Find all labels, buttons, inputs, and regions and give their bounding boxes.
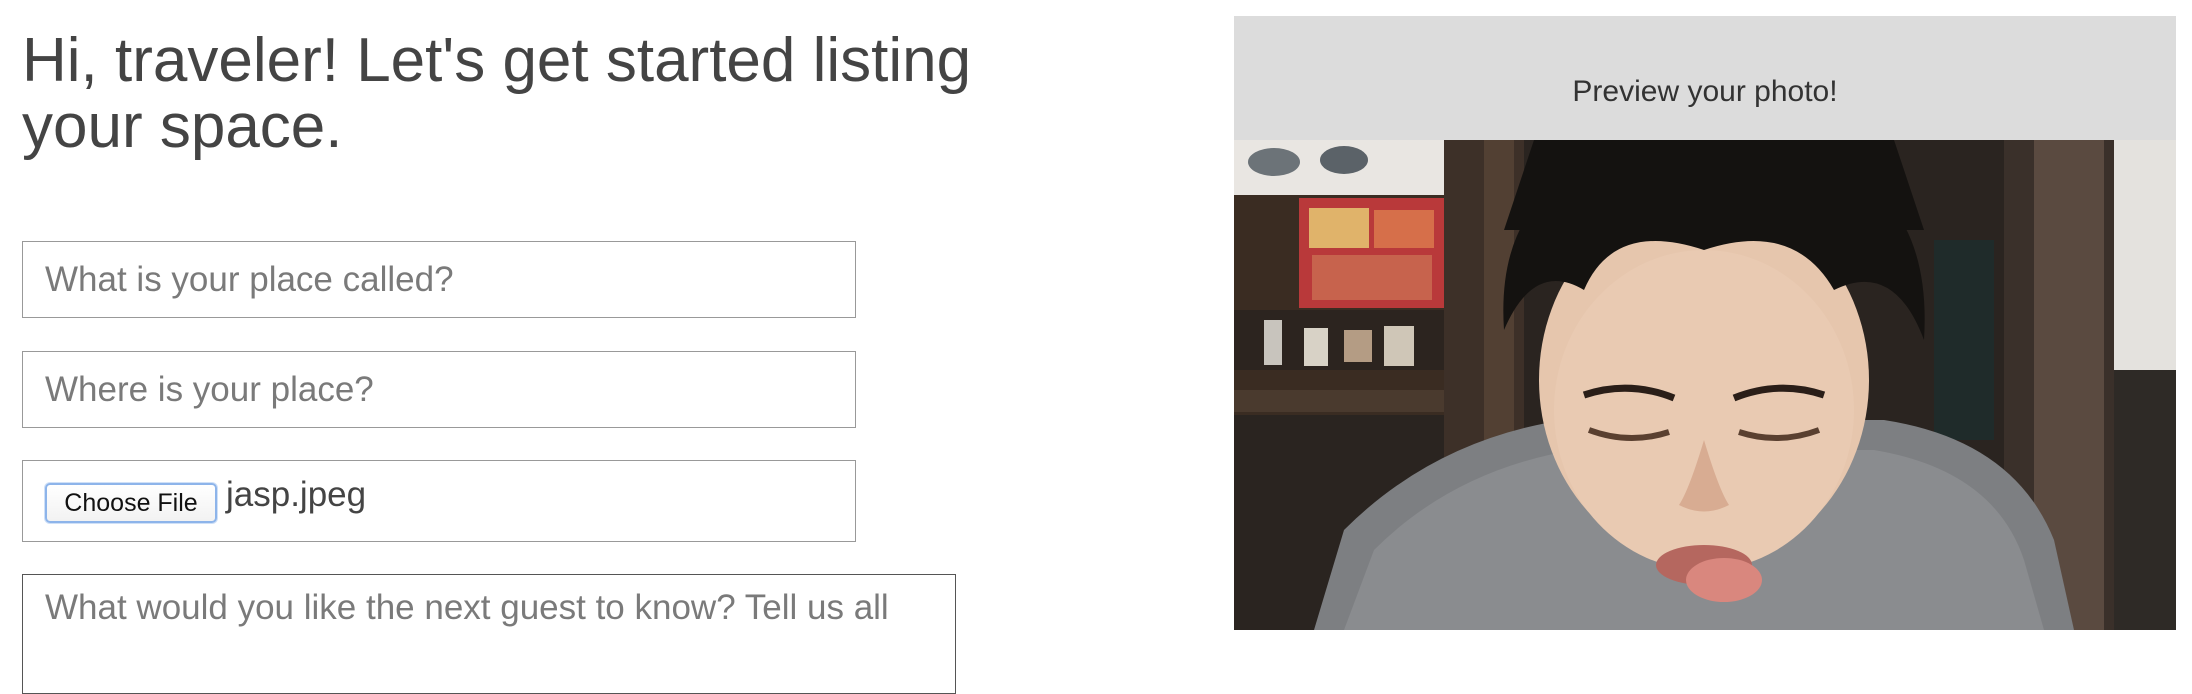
page-title: Hi, traveler! Let's get started listing … bbox=[22, 26, 972, 161]
place-name-input[interactable] bbox=[22, 241, 856, 318]
place-location-input[interactable] bbox=[22, 351, 856, 428]
photo-file-input[interactable]: Choose File jasp.jpeg bbox=[22, 460, 856, 542]
preview-label: Preview your photo! bbox=[1572, 75, 1838, 108]
preview-photo bbox=[1234, 140, 2176, 630]
description-textarea[interactable] bbox=[22, 574, 956, 694]
selected-file-name: jasp.jpeg bbox=[226, 475, 367, 514]
choose-file-button[interactable]: Choose File bbox=[45, 483, 217, 523]
photo-preview-panel: Preview your photo! bbox=[1234, 16, 2176, 630]
